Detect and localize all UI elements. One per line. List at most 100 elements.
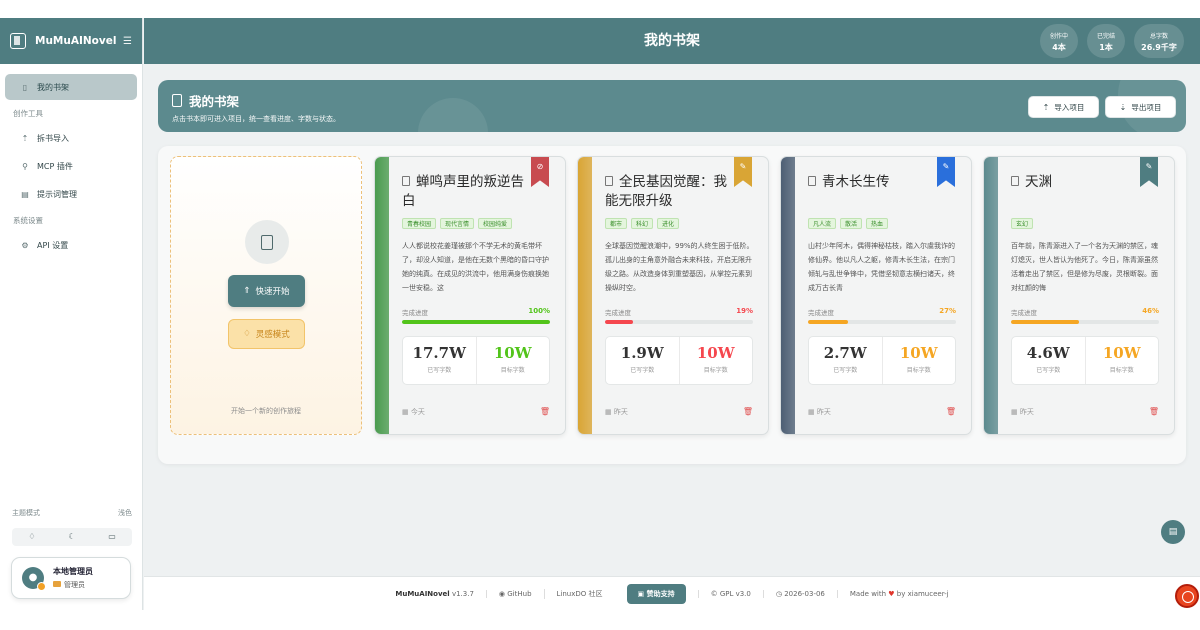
avatar: ●	[22, 567, 46, 591]
status-ribbon[interactable]: ✎	[734, 157, 752, 187]
calendar-icon: ▦	[1011, 408, 1018, 416]
progress-row: 完成进度 19%	[605, 307, 753, 317]
sidebar-item-mcp[interactable]: ⚲ MCP 插件	[5, 153, 137, 179]
progress-row: 完成进度 46%	[1011, 307, 1159, 317]
sidebar-item-label: 提示词管理	[37, 189, 77, 199]
written-count: 17.7W	[412, 344, 466, 362]
status-ribbon[interactable]: ✎	[937, 157, 955, 187]
theme-label: 主题模式	[12, 509, 40, 517]
linuxdo-link[interactable]: LinuxDO 社区	[543, 588, 615, 599]
sidebar-item-label: MCP 插件	[37, 161, 73, 171]
card-footer: ▦ 昨天 🗑	[808, 407, 956, 417]
footer-product: MuMuAINovel v1.3.7	[395, 589, 474, 598]
book-icon	[605, 176, 613, 186]
inspiration-mode-button[interactable]: ♢ 灵感模式	[228, 319, 305, 349]
moon-icon[interactable]: ☾	[52, 528, 92, 546]
sidebar-item-api[interactable]: ⚙ API 设置	[5, 232, 137, 258]
book-icon	[402, 176, 410, 186]
bulb-icon[interactable]: ♢	[12, 528, 52, 546]
progress-fill	[402, 320, 550, 324]
target-count: 10W	[1102, 344, 1141, 362]
progress-bar	[808, 320, 956, 324]
book-card[interactable]: ✎ 青木长生传 凡人流 散活 热血 山村少年阿木，偶得神秘枯枝，踏入尔虞我诈的修仙界…	[780, 156, 972, 435]
book-date: ▦ 昨天	[1011, 408, 1034, 416]
book-icon	[1011, 176, 1019, 186]
record-icon[interactable]	[1175, 584, 1199, 608]
target-count: 10W	[493, 344, 532, 362]
download-icon: ⇣	[1119, 102, 1127, 112]
sidebar-section-system: 系统设置	[13, 216, 43, 225]
gear-icon: ⚙	[21, 240, 29, 250]
sidebar-item-bookshelf[interactable]: ▯ 我的书架	[5, 74, 137, 100]
book-logo-icon	[10, 33, 26, 49]
footer-date: ◷ 2026-03-06	[762, 589, 837, 598]
document-fab-icon[interactable]: ▤	[1161, 520, 1185, 544]
word-count-panel: 17.7W 已写字数 10W 目标字数	[402, 336, 550, 385]
book-spine	[781, 157, 795, 434]
book-card[interactable]: ✎ 天渊 玄幻 百年前，陈青源进入了一个名为天渊的禁区，魂灯熄灭，世人皆认为他死…	[983, 156, 1175, 435]
status-ribbon[interactable]: ✎	[1140, 157, 1158, 187]
book-date: ▦ 昨天	[605, 408, 628, 416]
delete-icon[interactable]: 🗑	[1149, 407, 1159, 417]
written-count: 4.6W	[1026, 344, 1070, 362]
delete-icon[interactable]: 🗑	[946, 407, 956, 417]
new-card-caption: 开始一个新的创作旅程	[231, 407, 301, 415]
sidebar-item-label: API 设置	[37, 240, 69, 250]
import-project-button[interactable]: ⇡ 导入项目	[1028, 96, 1099, 118]
progress-fill	[1011, 320, 1080, 324]
genre-tag: 科幻	[631, 218, 654, 229]
card-footer: ▦ 昨天 🗑	[1011, 407, 1159, 417]
progress-bar	[402, 320, 550, 324]
tag-list: 都市 科幻 进化	[605, 218, 683, 229]
sponsor-button[interactable]: ▣ 赞助支持	[626, 583, 686, 604]
written-count: 1.9W	[620, 344, 664, 362]
book-spine	[984, 157, 998, 434]
banner-title: 我的书架	[172, 91, 239, 110]
stat-finished: 已完结 1本	[1087, 24, 1125, 58]
user-card[interactable]: ● 本地管理员 管理员	[11, 557, 131, 599]
card-footer: ▦ 昨天 🗑	[605, 407, 753, 417]
book-card[interactable]: ⊘ 蝉鸣声里的叛逆告白 青春校园 现代言情 校园纯爱 人人都说校花姜瑾被那个不学无术…	[374, 156, 566, 435]
genre-tag: 玄幻	[1011, 218, 1034, 229]
rocket-icon: ⇑	[243, 286, 251, 296]
new-project-card[interactable]: ⇑ 快速开始 ♢ 灵感模式 开始一个新的创作旅程	[170, 156, 362, 435]
calendar-icon: ▦	[808, 408, 815, 416]
collapse-menu-icon[interactable]: ☰	[123, 36, 132, 47]
word-count-panel: 1.9W 已写字数 10W 目标字数	[605, 336, 753, 385]
sidebar-item-import[interactable]: ⇡ 拆书导入	[5, 125, 137, 151]
export-project-button[interactable]: ⇣ 导出项目	[1105, 96, 1176, 118]
sidebar-item-prompts[interactable]: ▤ 提示词管理	[5, 181, 137, 207]
status-ribbon[interactable]: ⊘	[531, 157, 549, 187]
pen-icon: ✎	[739, 162, 747, 171]
sidebar-item-label: 我的书架	[37, 82, 69, 92]
footer: MuMuAINovel v1.3.7 ◉ GitHub LinuxDO 社区 ▣…	[144, 576, 1200, 610]
github-link[interactable]: ◉ GitHub	[485, 589, 544, 598]
app-window: MuMuAINovel ☰ ▯ 我的书架 创作工具 ⇡ 拆书导入 ⚲ MCP 插…	[0, 18, 1200, 610]
quick-start-button[interactable]: ⇑ 快速开始	[228, 275, 305, 307]
book-icon	[808, 176, 816, 186]
genre-tag: 进化	[657, 218, 680, 229]
book-date: ▦ 昨天	[808, 408, 831, 416]
delete-icon[interactable]: 🗑	[540, 407, 550, 417]
book-icon: ▯	[22, 82, 28, 92]
monitor-icon[interactable]: ▭	[92, 528, 132, 546]
sidebar-section-tools: 创作工具	[13, 109, 43, 118]
genre-tag: 校园纯爱	[478, 218, 513, 229]
file-text-icon: ▤	[21, 189, 29, 199]
upload-icon: ⇡	[1042, 102, 1050, 112]
bulb-icon: ♢	[243, 329, 251, 339]
theme-switcher: 主题模式 浅色 ♢ ☾ ▭	[12, 508, 132, 546]
genre-tag: 现代言情	[440, 218, 475, 229]
book-title: 青木长生传	[808, 173, 938, 192]
genre-tag: 凡人流	[808, 218, 837, 229]
bookshelf-banner: 我的书架 点击书本即可进入项目，统一查看进度、字数与状态。 ⇡ 导入项目 ⇣ 导出项…	[158, 80, 1186, 132]
copyright-icon: ©	[710, 589, 718, 598]
book-card[interactable]: ✎ 全民基因觉醒：我能无限升级 都市 科幻 进化 全球基因觉醒浪潮中，99%的人终生…	[577, 156, 769, 435]
progress-fill	[605, 320, 634, 324]
delete-icon[interactable]: 🗑	[743, 407, 753, 417]
app-name: MuMuAINovel	[35, 35, 117, 47]
calendar-icon: ▦	[402, 408, 409, 416]
target-count: 10W	[899, 344, 938, 362]
book-description: 百年前，陈青源进入了一个名为天渊的禁区，魂灯熄灭，世人皆认为他死了。今日，陈青源…	[1011, 242, 1158, 292]
word-count-panel: 4.6W 已写字数 10W 目标字数	[1011, 336, 1159, 385]
